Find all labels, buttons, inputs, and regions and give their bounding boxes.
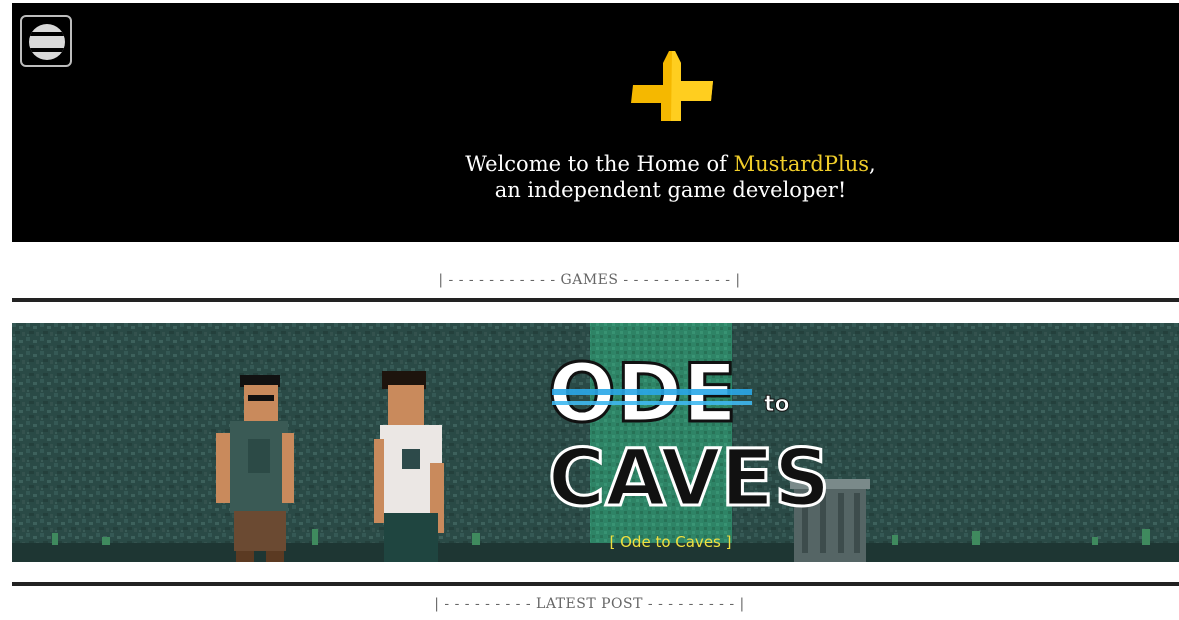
welcome-suffix: , (869, 152, 876, 176)
welcome-prefix: Welcome to the Home of (465, 152, 734, 176)
hero-header: Welcome to the Home of MustardPlus, an i… (12, 3, 1179, 242)
section-divider (12, 582, 1179, 586)
cave-background-art: ODE to CAVES (12, 323, 1179, 562)
menu-button[interactable] (20, 15, 72, 67)
welcome-tagline: an independent game developer! (494, 178, 847, 202)
brand-name: MustardPlus (733, 152, 870, 176)
title-to: to (764, 392, 790, 417)
ode-to-caves-link[interactable]: [ Ode to Caves ] (12, 533, 1179, 551)
latest-post-section-label: | - - - - - - - - - LATEST POST - - - - … (434, 596, 745, 612)
mustard-plus-logo-icon (631, 51, 713, 121)
hamburger-menu-icon (29, 24, 65, 60)
ode-to-caves-banner[interactable]: ODE to CAVES [ Ode to Caves ] (12, 323, 1179, 562)
title-caves: CAVES (548, 434, 830, 524)
welcome-message: Welcome to the Home of MustardPlus, an i… (12, 151, 1179, 203)
section-divider (12, 298, 1179, 302)
games-section-label: | - - - - - - - - - - - GAMES - - - - - … (438, 272, 741, 288)
